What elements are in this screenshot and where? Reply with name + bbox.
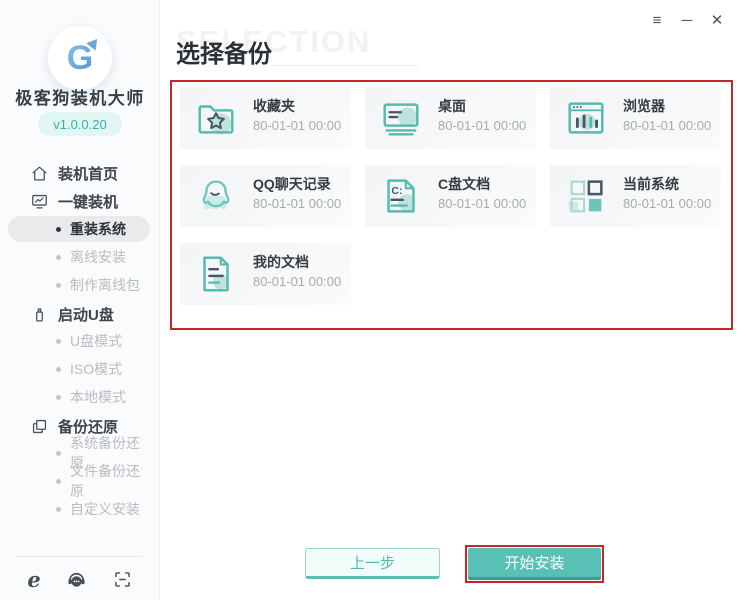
sidebar-item-iso-mode[interactable]: ISO模式 xyxy=(8,356,150,382)
usb-drive-icon xyxy=(30,305,49,324)
backup-card-title: 当前系统 xyxy=(623,174,679,194)
backup-card-timestamp: 80-01-01 00:00 xyxy=(438,118,526,133)
app-window: G 极客狗装机大师 v1.0.0.20 装机首页 一键装机 重装系统 离线安装 xyxy=(0,0,740,600)
page-title: 选择备份 xyxy=(176,34,272,69)
backup-card-qq-chat[interactable]: QQ聊天记录 80-01-01 00:00 xyxy=(180,165,351,227)
backup-card-timestamp: 80-01-01 00:00 xyxy=(253,118,341,133)
version-badge: v1.0.0.20 xyxy=(38,112,122,136)
app-name: 极客狗装机大师 xyxy=(0,84,160,109)
sidebar-item-label: 制作离线包 xyxy=(70,275,140,295)
sidebar-item-label: 启动U盘 xyxy=(58,304,114,325)
previous-step-button[interactable]: 上一步 xyxy=(305,548,440,579)
sidebar-divider xyxy=(16,556,142,557)
window-controls: ≡ ─ ✕ xyxy=(648,10,726,30)
close-icon[interactable]: ✕ xyxy=(708,10,726,30)
browser-ie-icon[interactable]: e xyxy=(27,569,40,590)
sidebar-item-custom-install[interactable]: 自定义安装 xyxy=(8,496,150,522)
sidebar-item-make-offline-pack[interactable]: 制作离线包 xyxy=(8,272,150,298)
browser-chart-icon xyxy=(563,95,609,141)
backup-card-c-drive-docs[interactable]: C: C盘文档 80-01-01 00:00 xyxy=(365,165,536,227)
bullet-icon xyxy=(56,283,61,288)
sidebar-item-reinstall-system[interactable]: 重装系统 xyxy=(8,216,150,242)
bullet-icon xyxy=(56,227,61,232)
home-icon xyxy=(30,164,49,183)
sidebar-item-label: 装机首页 xyxy=(58,163,118,184)
svg-text:C:: C: xyxy=(391,185,402,197)
start-install-button[interactable]: 开始安装 xyxy=(468,548,601,580)
sidebar-item-label: 一键装机 xyxy=(58,191,118,212)
sidebar: G 极客狗装机大师 v1.0.0.20 装机首页 一键装机 重装系统 离线安装 xyxy=(0,0,160,600)
backup-card-timestamp: 80-01-01 00:00 xyxy=(253,274,341,289)
system-tiles-icon xyxy=(563,173,609,219)
backup-card-title: 浏览器 xyxy=(623,96,665,116)
customer-service-headset-icon[interactable] xyxy=(65,568,88,591)
backup-card-browser[interactable]: 浏览器 80-01-01 00:00 xyxy=(550,87,721,149)
sidebar-item-label: ISO模式 xyxy=(70,359,122,379)
desktop-icon xyxy=(378,95,424,141)
folder-star-icon xyxy=(193,95,239,141)
sidebar-item-label: 自定义安装 xyxy=(70,499,140,519)
sidebar-item-label: 文件备份还原 xyxy=(70,461,150,501)
sidebar-item-boot-usb[interactable]: 启动U盘 xyxy=(0,300,160,328)
bullet-icon xyxy=(56,367,61,372)
bullet-icon xyxy=(56,507,61,512)
document-icon xyxy=(193,251,239,297)
sidebar-item-label: U盘模式 xyxy=(70,331,122,351)
backup-card-timestamp: 80-01-01 00:00 xyxy=(623,196,711,211)
backup-card-title: C盘文档 xyxy=(438,174,490,194)
backup-card-timestamp: 80-01-01 00:00 xyxy=(623,118,711,133)
scan-qr-icon[interactable] xyxy=(112,569,133,590)
backup-card-title: 桌面 xyxy=(438,96,466,116)
sidebar-item-file-backup-restore[interactable]: 文件备份还原 xyxy=(8,468,150,494)
backup-card-title: QQ聊天记录 xyxy=(253,174,331,194)
bullet-icon xyxy=(56,479,61,484)
bullet-icon xyxy=(56,395,61,400)
sidebar-item-label: 本地模式 xyxy=(70,387,126,407)
qq-penguin-icon xyxy=(193,173,239,219)
menu-icon[interactable]: ≡ xyxy=(648,10,666,30)
sidebar-item-label: 重装系统 xyxy=(70,219,126,239)
sidebar-item-local-mode[interactable]: 本地模式 xyxy=(8,384,150,410)
app-logo: G xyxy=(48,26,112,90)
sidebar-item-label: 离线安装 xyxy=(70,247,126,267)
backup-card-desktop[interactable]: 桌面 80-01-01 00:00 xyxy=(365,87,536,149)
start-install-highlight-rectangle: 开始安装 xyxy=(465,545,604,583)
bullet-icon xyxy=(56,451,61,456)
sidebar-item-offline-install[interactable]: 离线安装 xyxy=(8,244,150,270)
bullet-icon xyxy=(56,255,61,260)
title-underline xyxy=(272,65,418,66)
backup-restore-icon xyxy=(30,417,49,436)
sidebar-item-install-home[interactable]: 装机首页 xyxy=(0,159,160,187)
monitor-chart-icon xyxy=(30,192,49,211)
backup-card-title: 我的文档 xyxy=(253,252,309,272)
bullet-icon xyxy=(56,339,61,344)
backup-card-timestamp: 80-01-01 00:00 xyxy=(438,196,526,211)
backup-card-title: 收藏夹 xyxy=(253,96,295,116)
sidebar-item-usb-mode[interactable]: U盘模式 xyxy=(8,328,150,354)
backup-card-my-documents[interactable]: 我的文档 80-01-01 00:00 xyxy=(180,243,351,305)
minimize-icon[interactable]: ─ xyxy=(678,10,696,30)
backup-card-favorites[interactable]: 收藏夹 80-01-01 00:00 xyxy=(180,87,351,149)
sidebar-toolbar: e xyxy=(0,564,160,594)
sidebar-item-one-click-install[interactable]: 一键装机 xyxy=(0,187,160,215)
backup-card-timestamp: 80-01-01 00:00 xyxy=(253,196,341,211)
c-drive-doc-icon: C: xyxy=(378,173,424,219)
backup-card-current-system[interactable]: 当前系统 80-01-01 00:00 xyxy=(550,165,721,227)
